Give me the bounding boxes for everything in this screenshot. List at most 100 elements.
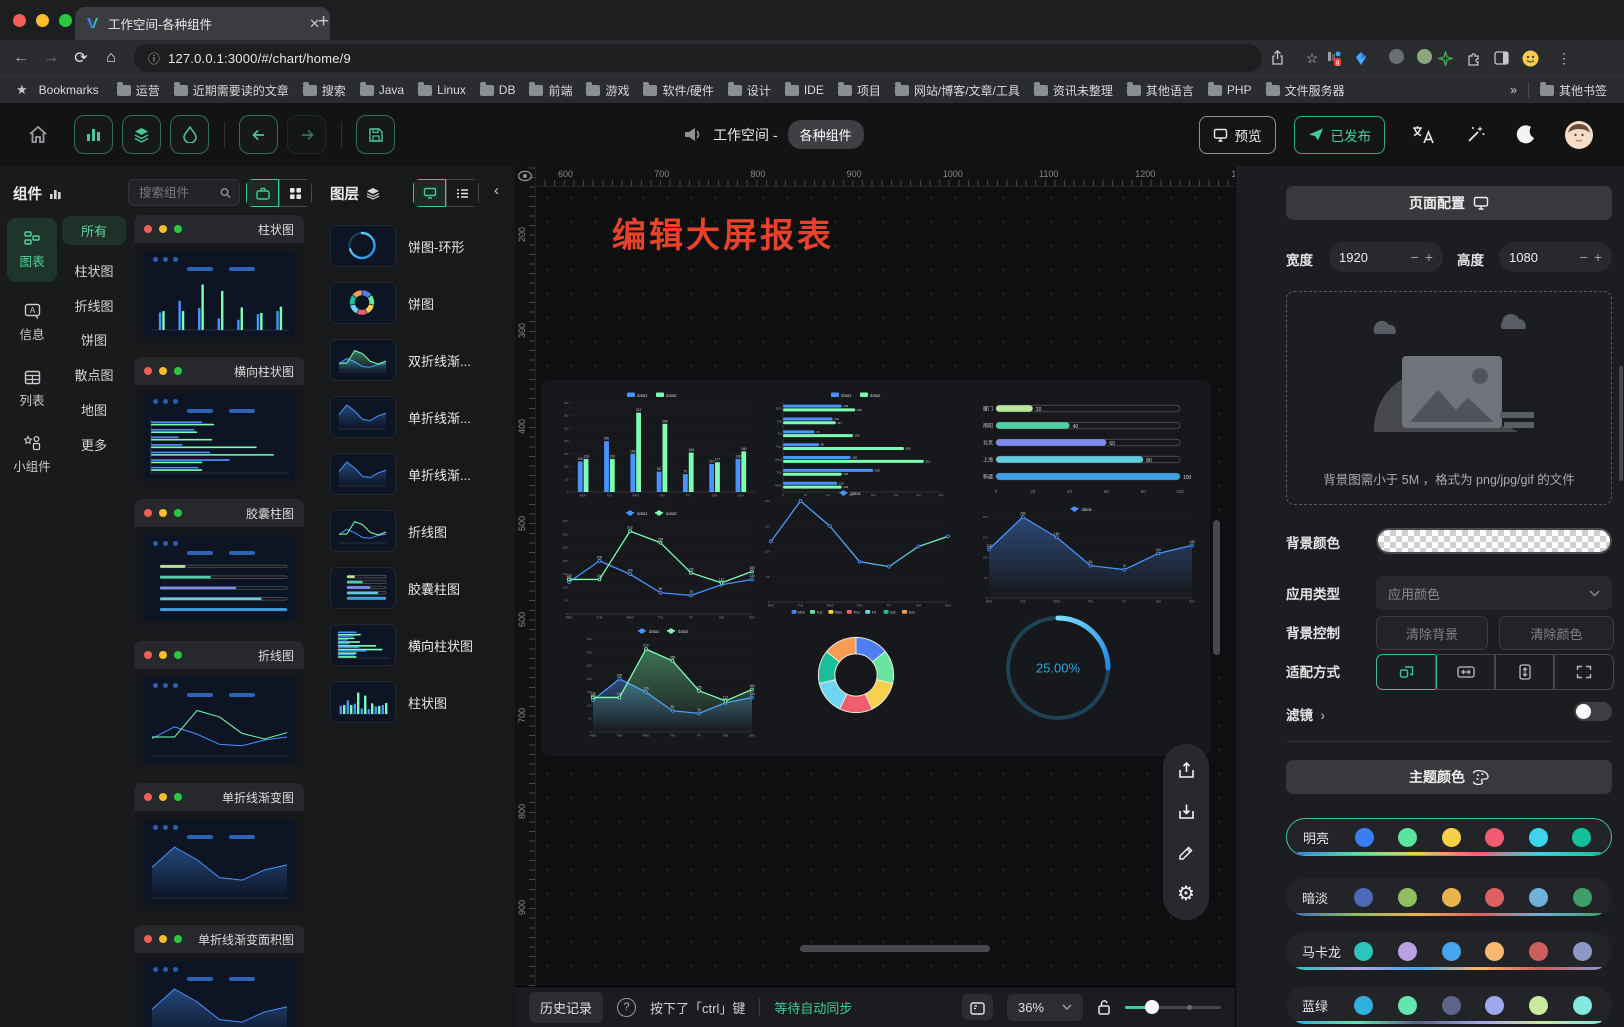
bookmark-star-icon[interactable]: ☆ — [1298, 50, 1326, 67]
component-card[interactable]: 单折线渐变面积图 — [134, 925, 304, 1027]
theme-row-2[interactable]: 暗淡 — [1286, 878, 1612, 916]
import-icon[interactable] — [1169, 795, 1203, 829]
lock-icon[interactable] — [1097, 999, 1111, 1015]
save-button[interactable] — [356, 115, 395, 154]
layer-item[interactable]: 柱状图 — [330, 678, 508, 726]
zoom-select[interactable]: 36% — [1007, 994, 1083, 1021]
window-minimize-button[interactable] — [36, 14, 49, 27]
theme-color-header[interactable]: 主题颜色 — [1286, 760, 1612, 794]
undo-button[interactable] — [239, 115, 278, 154]
layer-item[interactable]: 折线图 — [330, 507, 508, 555]
gradient-area-chart-component[interactable]: 0501001502002503003501202001508070110130… — [580, 626, 756, 742]
details-panel-toggle-button[interactable] — [170, 115, 209, 154]
bookmark-folder[interactable]: 项目 — [831, 82, 888, 99]
redo-button[interactable] — [287, 115, 326, 154]
fit-height-button[interactable] — [1494, 654, 1555, 690]
increment-icon[interactable]: + — [1594, 249, 1602, 265]
extension-star-green-icon[interactable] — [1438, 51, 1466, 66]
other-bookmarks[interactable]: 其他书签 — [1533, 82, 1614, 99]
canvas-vertical-scrollbar[interactable] — [1213, 520, 1220, 655]
bookmarks-label[interactable]: Bookmarks — [32, 83, 106, 97]
preview-button[interactable]: 预览 — [1199, 116, 1276, 154]
decrement-icon[interactable]: − — [1580, 249, 1588, 265]
help-icon[interactable]: ? — [617, 998, 636, 1017]
component-grid-toggle-button[interactable] — [279, 179, 312, 207]
layers-panel-toggle-button[interactable] — [122, 115, 161, 154]
extension-circle-dark-icon[interactable] — [1382, 49, 1410, 67]
new-tab-button[interactable]: + — [318, 12, 329, 31]
category-item[interactable]: 饼图 — [62, 330, 126, 349]
site-info-icon[interactable]: ⓘ — [148, 50, 160, 67]
app-type-select[interactable]: 应用颜色 — [1376, 576, 1612, 610]
theme-row-3[interactable]: 马卡龙 — [1286, 932, 1612, 970]
bookmark-folder[interactable]: 资讯未整理 — [1027, 82, 1120, 99]
progress-ring-component[interactable]: 25.00% — [978, 604, 1138, 728]
edit-icon[interactable] — [1169, 836, 1203, 870]
donut-chart-component[interactable]: MonTueWedThuFriSatSun — [758, 608, 954, 732]
single-line-chart-component[interactable]: 050100150200MonTueWedThuFriSatSundata1 — [758, 488, 952, 612]
background-color-swatch[interactable] — [1376, 528, 1612, 554]
settings-gear-icon[interactable]: ⚙ — [1169, 877, 1203, 911]
side-panel-icon[interactable] — [1494, 51, 1522, 65]
category-item[interactable]: 更多 — [62, 435, 126, 454]
layer-item[interactable]: 单折线渐... — [330, 393, 508, 441]
category-item[interactable]: 所有 — [62, 216, 126, 245]
component-card[interactable]: 胶囊柱图 — [134, 499, 304, 629]
layer-item[interactable]: 横向柱状图 — [330, 621, 508, 669]
filter-toggle[interactable] — [1574, 702, 1612, 721]
bookmarks-overflow-chevron[interactable]: » — [1503, 83, 1524, 97]
fit-width-button[interactable] — [1435, 654, 1496, 690]
bookmark-folder[interactable]: DB — [473, 83, 523, 97]
bookmark-folder[interactable]: Linux — [411, 83, 473, 97]
bookmark-folder[interactable]: 文件服务器 — [1259, 82, 1352, 99]
forward-icon[interactable]: → — [36, 49, 66, 67]
ruler-eye-icon[interactable] — [517, 168, 533, 184]
layer-thumbnail-view-button[interactable] — [413, 179, 446, 207]
bookmark-folder[interactable]: Java — [353, 83, 411, 97]
gradient-line-chart-component[interactable]: 0501001502001202001508070110130MonTueWed… — [976, 504, 1196, 608]
bookmark-folder[interactable]: 搜索 — [296, 82, 353, 99]
reload-icon[interactable]: ⟳ — [66, 48, 96, 68]
bookmark-folder[interactable]: 网站/博客/文章/工具 — [888, 82, 1027, 99]
page-config-header[interactable]: 页面配置 — [1286, 186, 1612, 220]
height-input[interactable]: 1080−+ — [1499, 242, 1612, 272]
home-nav-icon[interactable] — [28, 125, 48, 144]
editor-canvas[interactable]: 6007008009001000110012001300 20030040050… — [515, 166, 1235, 986]
history-button[interactable]: 历史记录 — [529, 992, 603, 1023]
fit-scale-button[interactable] — [1376, 654, 1437, 690]
line-chart-component[interactable]: 0501001502002503003501202001508070110130… — [556, 508, 756, 624]
bar-chart-component[interactable]: 0501001502002503003501202001508070110130… — [556, 390, 756, 502]
layer-item[interactable]: 饼图-环形 — [330, 222, 508, 270]
rail-tab-2[interactable]: A信息 — [7, 294, 57, 352]
fit-stretch-button[interactable] — [1553, 654, 1614, 690]
slider-knob[interactable] — [1145, 1000, 1159, 1014]
extension-kite-icon[interactable] — [1354, 51, 1382, 66]
component-view-toggle-button[interactable] — [246, 179, 279, 207]
width-input[interactable]: 1920−+ — [1329, 242, 1443, 272]
history-panel-icon[interactable] — [962, 994, 993, 1019]
project-name-badge[interactable]: 各种组件 — [788, 120, 864, 149]
background-upload-dropzone[interactable]: 背景图需小于 5M ，格式为 png/jpg/gif 的文件 — [1286, 291, 1612, 505]
publish-status-button[interactable]: 已发布 — [1294, 116, 1386, 154]
category-item[interactable]: 地图 — [62, 400, 126, 419]
canvas-horizontal-scrollbar[interactable] — [800, 945, 990, 952]
theme-row-4[interactable]: 蓝绿 — [1286, 986, 1612, 1024]
category-item[interactable]: 折线图 — [62, 296, 126, 315]
dark-mode-moon-icon[interactable] — [1516, 125, 1536, 145]
canvas-text-component[interactable]: 编辑大屏报表 — [612, 208, 834, 257]
bookmark-folder[interactable]: 设计 — [721, 82, 778, 99]
clear-color-button[interactable]: 清除颜色 — [1499, 616, 1614, 650]
clear-background-button[interactable]: 清除背景 — [1376, 616, 1488, 650]
browser-tab[interactable]: 工作空间-各种组件 ✕ — [75, 7, 330, 40]
panel-scrollbar[interactable] — [1619, 366, 1623, 481]
user-avatar[interactable] — [1564, 120, 1594, 150]
theme-row-1[interactable]: 明亮 — [1286, 818, 1612, 856]
capsule-bar-chart-component[interactable]: 厦门20南阳40北京60上海80新疆100020406080100 — [970, 398, 1198, 498]
url-field[interactable]: ⓘ 127.0.0.1:3000/#/chart/home/9 — [134, 44, 1262, 72]
layer-list-view-button[interactable] — [446, 179, 479, 207]
rail-tab-3[interactable]: 列表 — [7, 360, 57, 418]
component-card[interactable]: 折线图 — [134, 641, 304, 771]
browser-menu-icon[interactable]: ⋮ — [1550, 50, 1578, 67]
charts-panel-toggle-button[interactable] — [74, 115, 113, 154]
category-item[interactable]: 柱状图 — [62, 261, 126, 280]
